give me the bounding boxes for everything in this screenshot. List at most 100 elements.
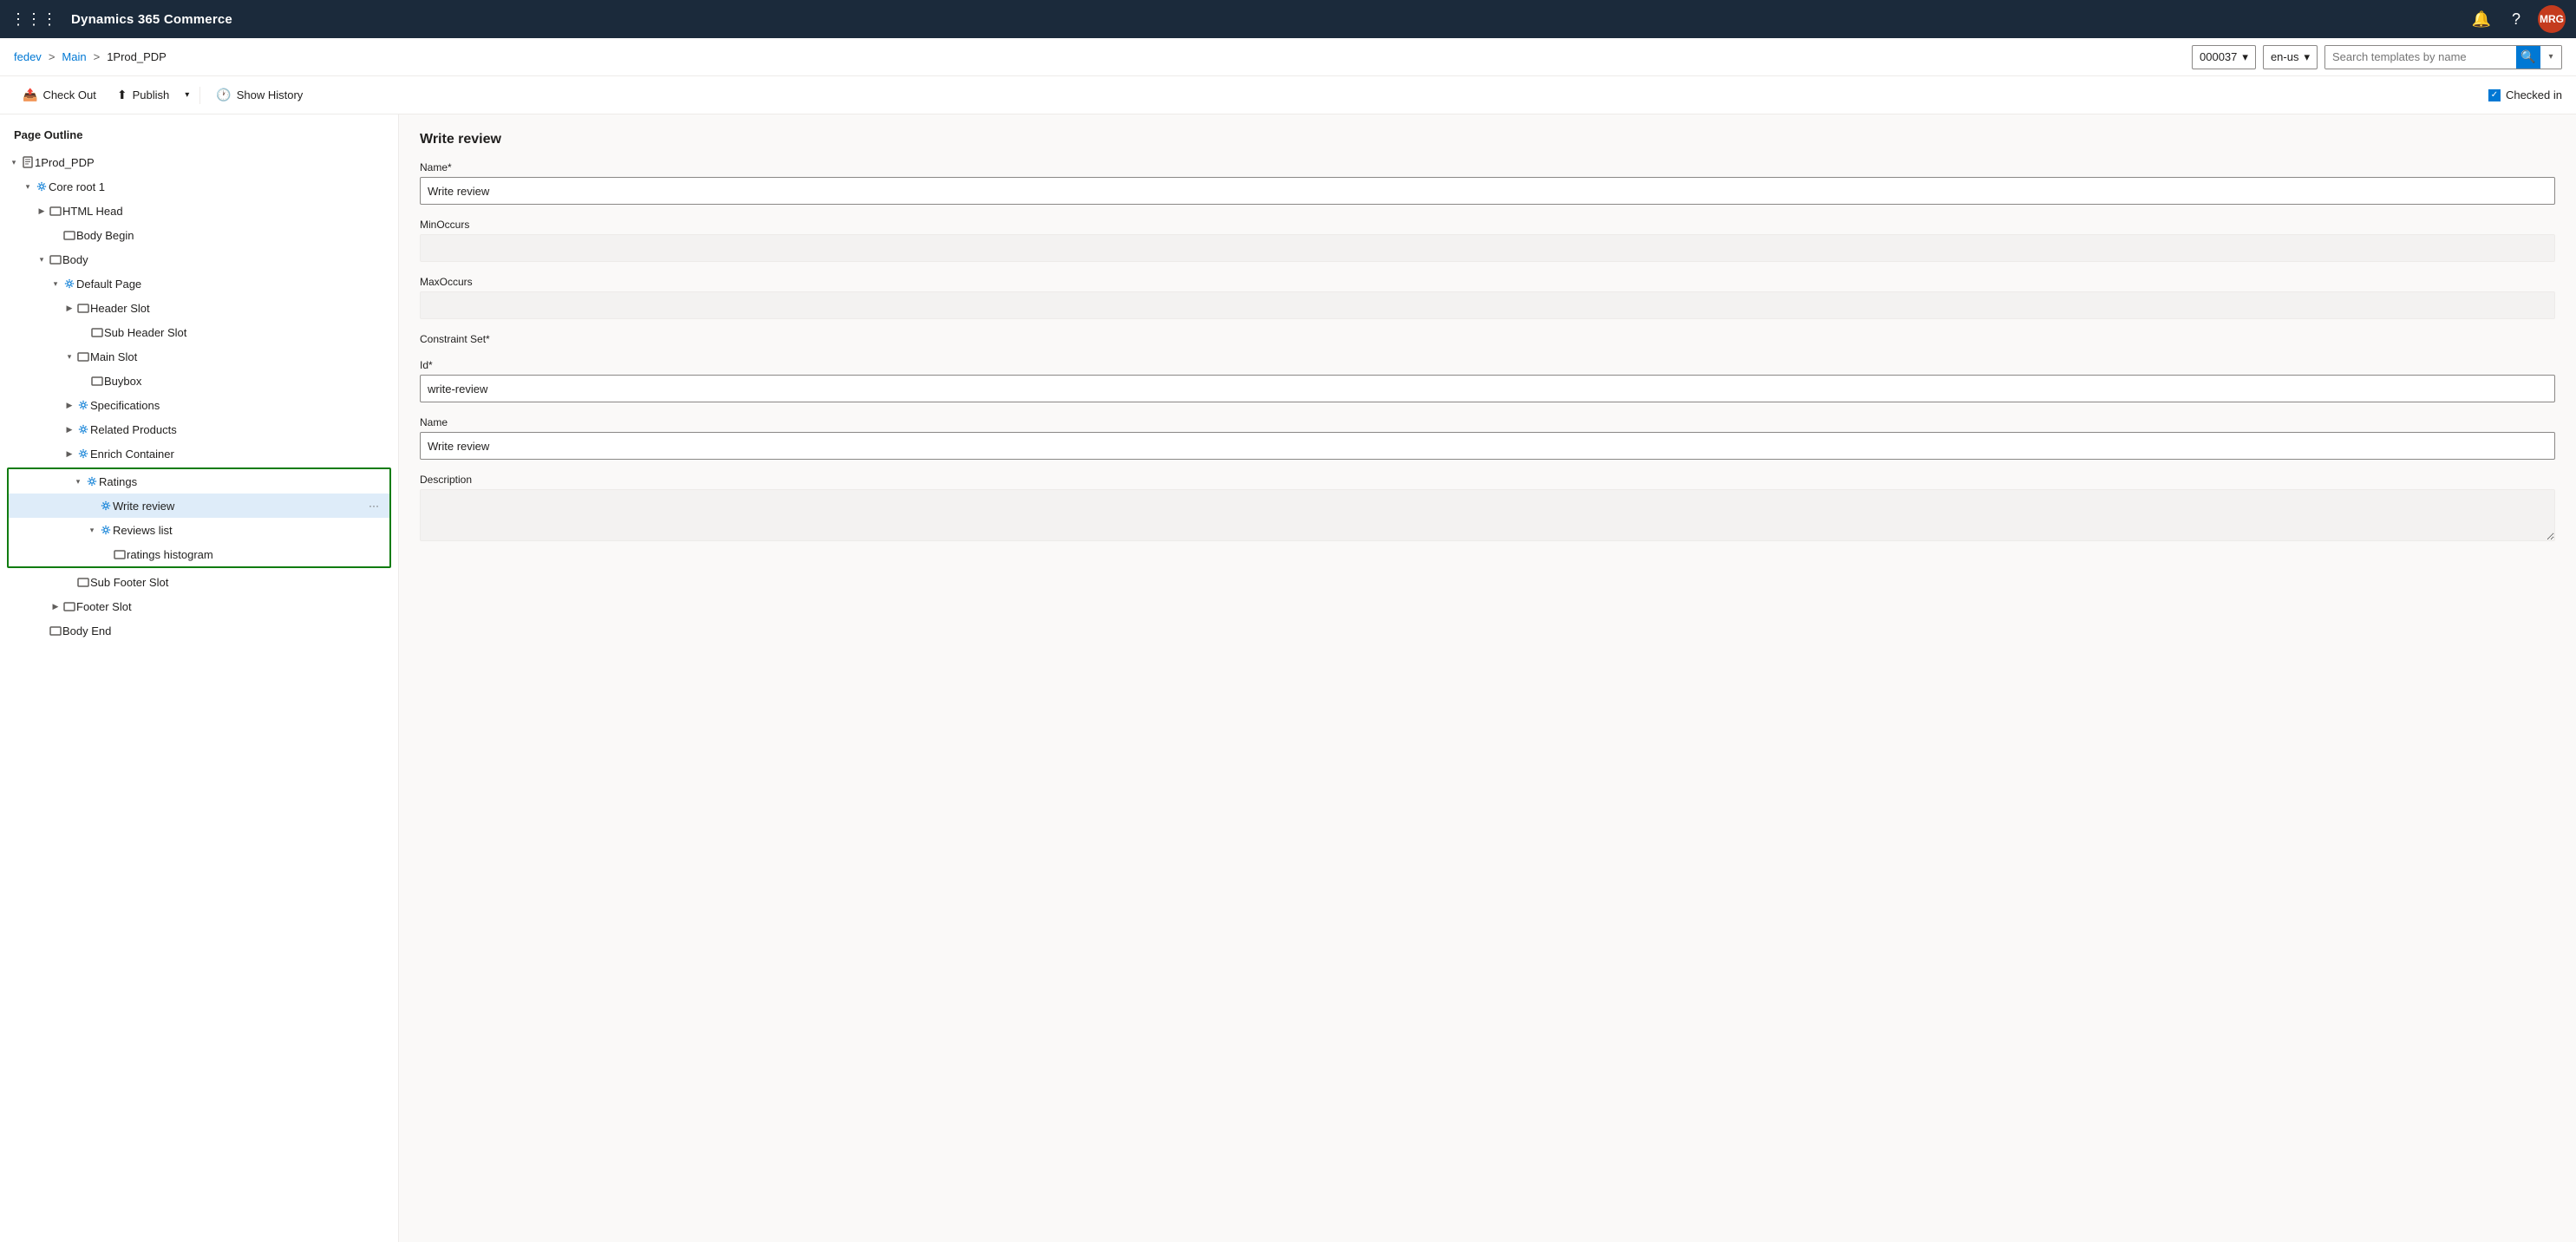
form-textarea-description[interactable] [420, 489, 2555, 541]
show-history-button[interactable]: 🕐 Show History [207, 83, 311, 107]
toolbar-divider [199, 87, 200, 104]
tree-icon-enrich_container [76, 447, 90, 461]
tree-item-sub_footer_slot[interactable]: Sub Footer Slot [0, 570, 398, 594]
tree-icon-write_review [99, 499, 113, 513]
tree-toggle-related_products[interactable]: ▶ [62, 422, 76, 436]
right-panel-title: Write review [420, 132, 2555, 147]
tree-icon-sub_footer_slot [76, 575, 90, 589]
tree-toggle-write_review[interactable] [85, 499, 99, 513]
tree-label-1prod_pdp: 1Prod_PDP [35, 156, 391, 169]
tree-icon-header_slot [76, 301, 90, 315]
search-expand-button[interactable]: ▾ [2540, 45, 2561, 69]
rect-svg-icon [49, 255, 62, 265]
rect-svg-icon [49, 626, 62, 636]
breadcrumb-main[interactable]: Main [62, 50, 86, 63]
form-field-description: Description [420, 474, 2555, 544]
tree-label-sub_footer_slot: Sub Footer Slot [90, 576, 391, 589]
tree-toggle-body_begin[interactable] [49, 228, 62, 242]
tree-toggle-body_end[interactable] [35, 624, 49, 637]
tree-toggle-ratings[interactable]: ▾ [71, 474, 85, 488]
tree-item-specifications[interactable]: ▶Specifications [0, 393, 398, 417]
tree-icon-related_products [76, 422, 90, 436]
tree-toggle-body[interactable]: ▾ [35, 252, 49, 266]
tree-toggle-enrich_container[interactable]: ▶ [62, 447, 76, 461]
form-label-name: Name* [420, 161, 2555, 173]
form-field-name: Name* [420, 161, 2555, 205]
tree-item-menu-button-write_review[interactable]: ··· [365, 498, 382, 513]
tree-toggle-html_head[interactable]: ▶ [35, 204, 49, 218]
notifications-icon[interactable]: 🔔 [2468, 7, 2494, 32]
tree-item-ratings[interactable]: ▾Ratings [9, 469, 389, 494]
tree-toggle-default_page[interactable]: ▾ [49, 277, 62, 291]
tree-toggle-buybox[interactable] [76, 374, 90, 388]
checkout-icon: 📤 [23, 88, 37, 102]
tree-toggle-ratings_histogram[interactable] [99, 547, 113, 561]
tree-label-footer_slot: Footer Slot [76, 600, 391, 613]
tree-icon-1prod_pdp [21, 155, 35, 169]
tree-toggle-1prod_pdp[interactable]: ▾ [7, 155, 21, 169]
tree-toggle-header_slot[interactable]: ▶ [62, 301, 76, 315]
tree-item-body_begin[interactable]: Body Begin [0, 223, 398, 247]
publish-button[interactable]: ⬆ Publish [108, 83, 178, 107]
form-empty-min_occurs[interactable] [420, 234, 2555, 262]
tree-item-sub_header_slot[interactable]: Sub Header Slot [0, 320, 398, 344]
breadcrumb-fedev[interactable]: fedev [14, 50, 42, 63]
tree-item-core_root_1[interactable]: ▾Core root 1 [0, 174, 398, 199]
waffle-icon[interactable]: ⋮⋮⋮ [10, 10, 57, 29]
tree-item-buybox[interactable]: Buybox [0, 369, 398, 393]
publish-label: Publish [133, 88, 170, 101]
tree-item-enrich_container[interactable]: ▶ Enrich Container [0, 441, 398, 466]
form-empty-max_occurs[interactable] [420, 291, 2555, 319]
publish-dropdown-button[interactable]: ▾ [181, 86, 193, 104]
tree-label-body: Body [62, 253, 391, 266]
tree-icon-reviews_list [99, 523, 113, 537]
tree-toggle-reviews_list[interactable]: ▾ [85, 523, 99, 537]
tree-toggle-specifications[interactable]: ▶ [62, 398, 76, 412]
tree-label-main_slot: Main Slot [90, 350, 391, 363]
form-input-id_field[interactable] [420, 375, 2555, 402]
tree-label-related_products: Related Products [90, 423, 391, 436]
tree-item-1prod_pdp[interactable]: ▾ 1Prod_PDP [0, 150, 398, 174]
gear-svg-icon [78, 424, 88, 435]
search-button[interactable]: 🔍 [2516, 45, 2540, 69]
tree-item-reviews_list[interactable]: ▾ Reviews list [9, 518, 389, 542]
help-icon[interactable]: ? [2508, 7, 2524, 32]
tree-label-reviews_list: Reviews list [113, 524, 382, 537]
tree-item-default_page[interactable]: ▾Default Page [0, 271, 398, 296]
tree-item-body_end[interactable]: Body End [0, 618, 398, 643]
tree-toggle-footer_slot[interactable]: ▶ [49, 599, 62, 613]
tree-item-write_review[interactable]: Write review··· [9, 494, 389, 518]
tree-toggle-core_root_1[interactable]: ▾ [21, 180, 35, 193]
toolbar-right: ✓ Checked in [2488, 88, 2562, 101]
form-input-name_field2[interactable] [420, 432, 2555, 460]
language-selector[interactable]: en-us ▾ [2263, 45, 2318, 69]
tree-item-header_slot[interactable]: ▶Header Slot [0, 296, 398, 320]
lang-chevron: ▾ [2304, 50, 2310, 64]
version-selector[interactable]: 000037 ▾ [2192, 45, 2256, 69]
tree-toggle-sub_header_slot[interactable] [76, 325, 90, 339]
tree-item-main_slot[interactable]: ▾ Main Slot [0, 344, 398, 369]
checkout-button[interactable]: 📤 Check Out [14, 83, 105, 107]
tree-item-body[interactable]: ▾ Body [0, 247, 398, 271]
search-input[interactable] [2325, 46, 2516, 69]
rect-svg-icon [77, 304, 89, 313]
tree-item-ratings_histogram[interactable]: ratings histogram [9, 542, 389, 566]
tree-label-enrich_container: Enrich Container [90, 448, 391, 461]
tree-item-html_head[interactable]: ▶HTML Head [0, 199, 398, 223]
tree-item-footer_slot[interactable]: ▶ Footer Slot [0, 594, 398, 618]
tree-toggle-main_slot[interactable]: ▾ [62, 350, 76, 363]
tree-icon-ratings_histogram [113, 547, 127, 561]
tree-item-related_products[interactable]: ▶ Related Products [0, 417, 398, 441]
checked-in-checkbox: ✓ [2488, 89, 2501, 101]
avatar[interactable]: MRG [2538, 5, 2566, 33]
gear-svg-icon [78, 400, 88, 410]
form-field-name_field2: Name [420, 416, 2555, 460]
tree-toggle-sub_footer_slot[interactable] [62, 575, 76, 589]
tree-item-actions-write_review: ··· [365, 498, 382, 513]
page-svg-icon [23, 156, 33, 168]
version-chevron: ▾ [2242, 50, 2248, 64]
lang-value: en-us [2271, 50, 2299, 63]
top-navigation: ⋮⋮⋮ Dynamics 365 Commerce 🔔 ? MRG [0, 0, 2576, 38]
rect-svg-icon [63, 231, 75, 240]
form-input-name[interactable] [420, 177, 2555, 205]
